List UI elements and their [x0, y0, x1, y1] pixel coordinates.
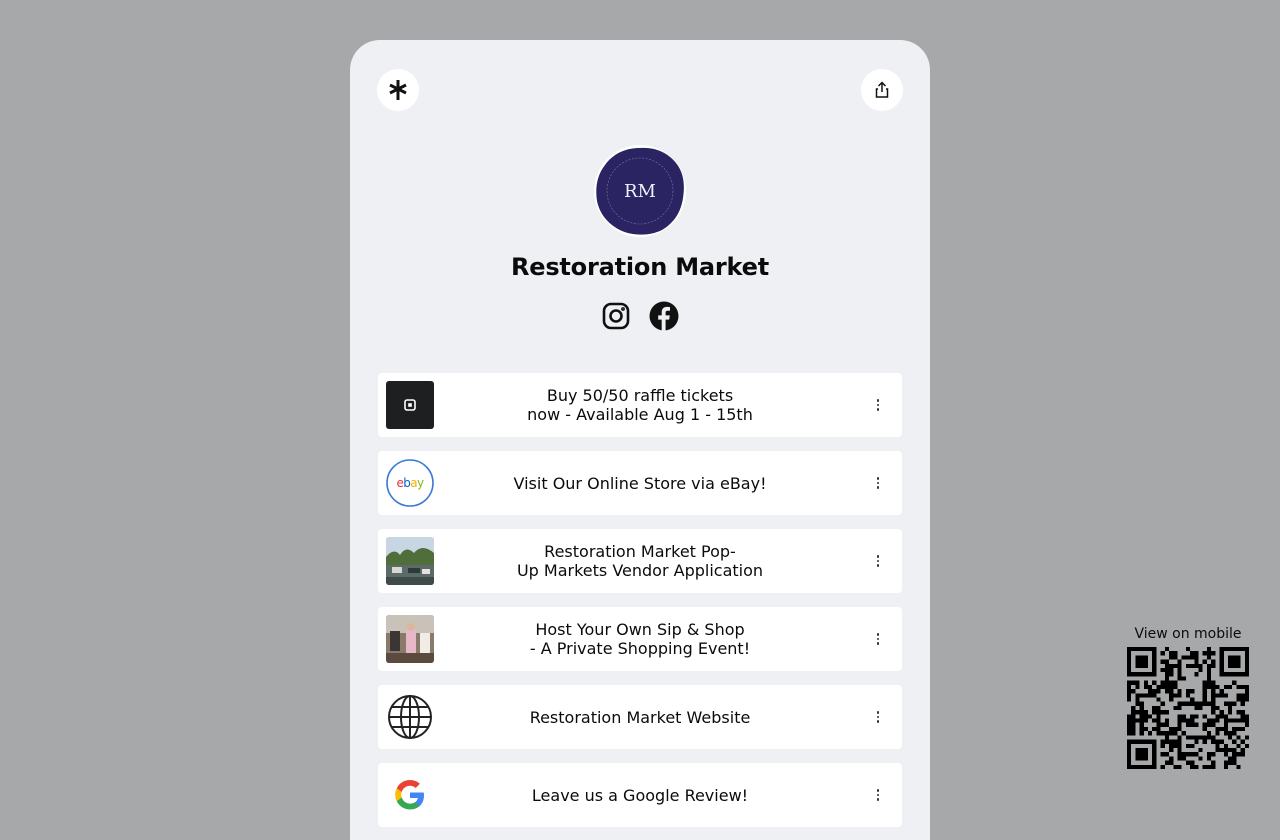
facebook-icon — [649, 301, 679, 331]
svg-text:ebay: ebay — [396, 476, 424, 490]
profile-name: Restoration Market — [510, 253, 770, 281]
google-logo — [386, 771, 434, 819]
more-options-icon[interactable] — [868, 473, 888, 493]
profile-card: RM Restoration Market Buy 50/50 raffle t… — [350, 40, 930, 840]
share-button[interactable] — [861, 69, 903, 111]
more-options-icon[interactable] — [868, 785, 888, 805]
link-label: Restoration Market Website — [529, 707, 751, 727]
view-on-mobile-label: View on mobile — [1134, 626, 1242, 642]
facebook-link[interactable] — [649, 301, 679, 331]
instagram-icon — [602, 302, 630, 330]
svg-text:RM: RM — [624, 181, 656, 202]
globe-icon — [386, 693, 434, 741]
share-icon — [875, 81, 889, 98]
instagram-link[interactable] — [601, 301, 631, 331]
link-label: Visit Our Online Store via eBay! — [513, 473, 767, 493]
square-payments-icon — [386, 381, 434, 429]
link-label: Host Your Own Sip & Shop - A Private Sho… — [529, 620, 751, 658]
market-photo — [386, 537, 434, 585]
more-options-icon[interactable] — [868, 395, 888, 415]
link-label: Buy 50/50 raffle tickets now - Available… — [527, 386, 753, 424]
qr-code-icon[interactable] — [1127, 647, 1249, 769]
linktree-logo-button[interactable] — [377, 69, 419, 111]
link-website[interactable]: Restoration Market Website — [378, 685, 902, 749]
view-on-mobile: View on mobile — [1127, 626, 1249, 773]
ebay-logo: ebay — [386, 459, 434, 507]
more-options-icon[interactable] — [868, 629, 888, 649]
link-google-review[interactable]: Leave us a Google Review! — [378, 763, 902, 827]
avatar: RM — [594, 145, 686, 237]
social-links — [350, 301, 930, 331]
link-raffle-tickets[interactable]: Buy 50/50 raffle tickets now - Available… — [378, 373, 902, 437]
linktree-asterisk-icon — [389, 80, 407, 100]
link-label: Restoration Market Pop- Up Markets Vendo… — [516, 542, 764, 580]
link-label: Leave us a Google Review! — [531, 785, 749, 805]
event-photo — [386, 615, 434, 663]
link-sip-and-shop[interactable]: Host Your Own Sip & Shop - A Private Sho… — [378, 607, 902, 671]
link-ebay-store[interactable]: ebay Visit Our Online Store via eBay! — [378, 451, 902, 515]
more-options-icon[interactable] — [868, 707, 888, 727]
link-list: Buy 50/50 raffle tickets now - Available… — [378, 373, 902, 840]
link-vendor-application[interactable]: Restoration Market Pop- Up Markets Vendo… — [378, 529, 902, 593]
more-options-icon[interactable] — [868, 551, 888, 571]
